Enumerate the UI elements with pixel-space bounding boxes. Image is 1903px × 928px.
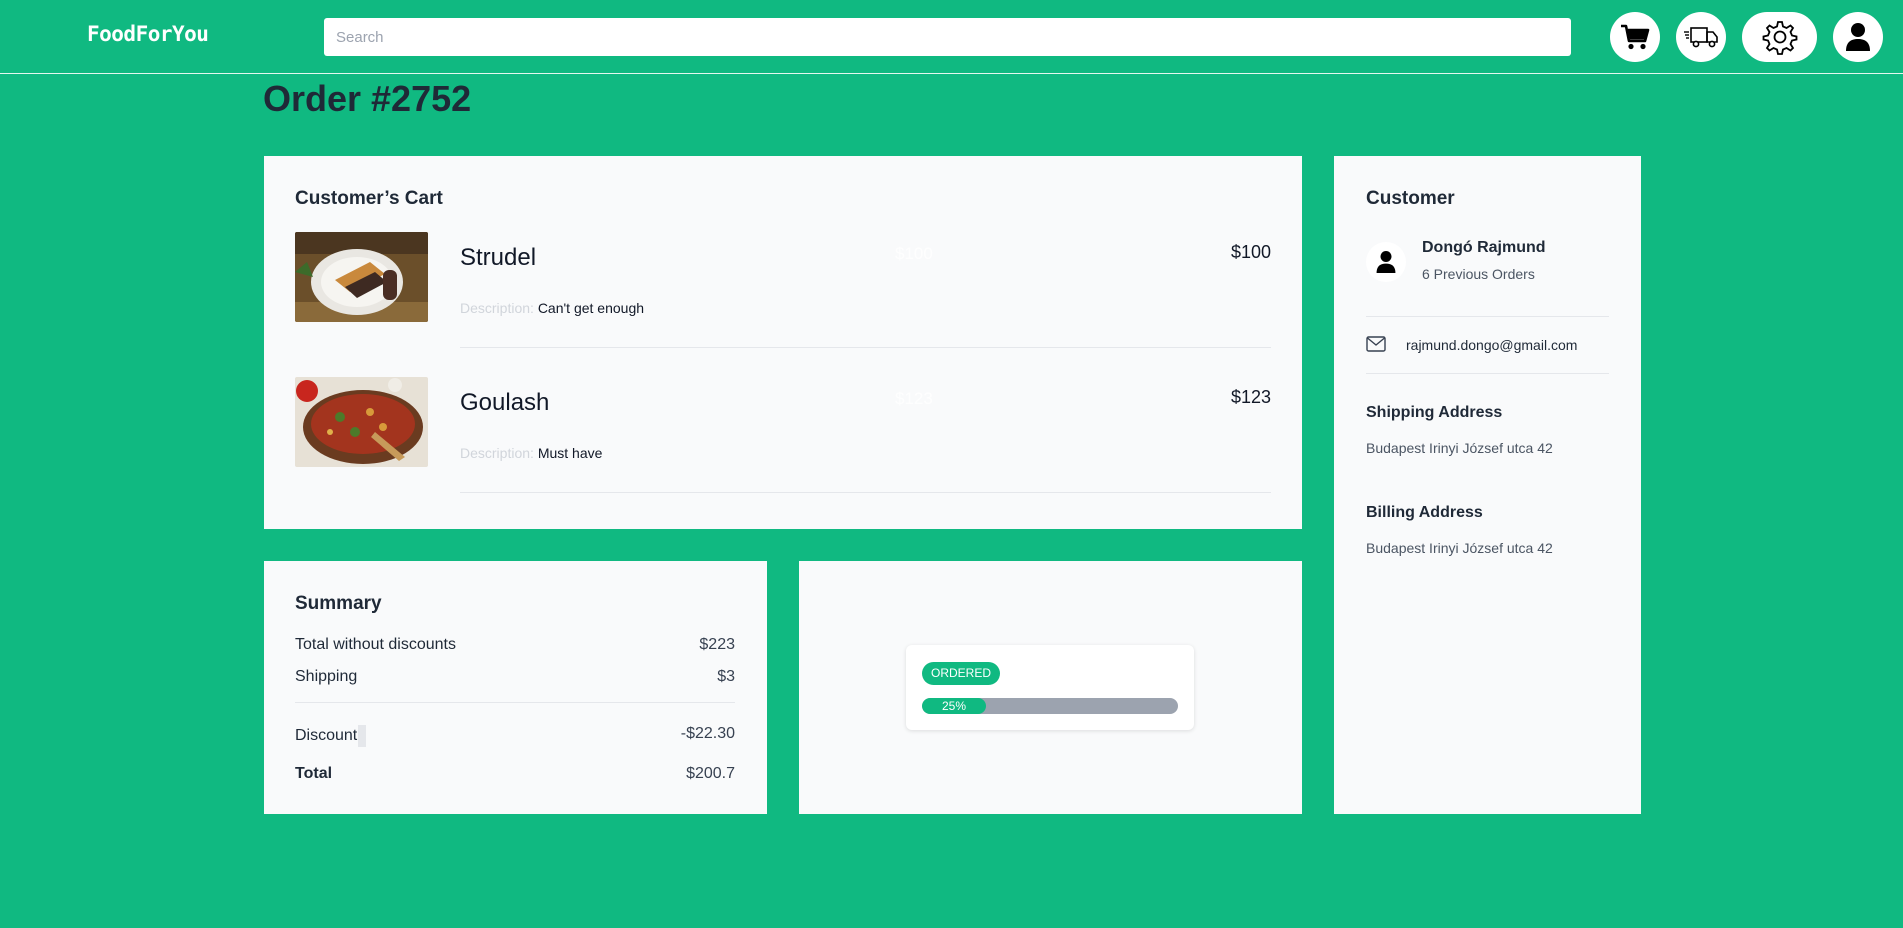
item-name: Goulash <box>460 389 550 416</box>
page-title: Order #2752 <box>263 78 472 119</box>
summary-row-total: Total $200.7 <box>295 765 735 783</box>
deliveries-button[interactable] <box>1676 12 1726 62</box>
user-icon <box>1376 251 1396 273</box>
status-badge: ORDERED <box>922 662 1001 685</box>
order-status-card: ORDERED 25% <box>799 561 1302 814</box>
summary-value: $200.7 <box>686 765 735 782</box>
delivery-truck-icon <box>1683 23 1719 51</box>
summary-label: Total without discounts <box>295 636 456 653</box>
user-icon <box>1844 22 1872 52</box>
divider <box>460 492 1271 493</box>
billing-address-heading: Billing Address <box>1366 504 1483 521</box>
profile-button[interactable] <box>1833 12 1883 62</box>
summary-value: $3 <box>717 668 735 685</box>
summary-card: Summary Total without discounts $223 Shi… <box>264 561 767 814</box>
item-unit-price: $100 <box>895 244 933 263</box>
previous-orders-count: 6 Previous Orders <box>1422 266 1535 282</box>
item-price: $123 <box>1230 387 1271 407</box>
summary-value: $223 <box>699 636 735 653</box>
progress-fill: 25% <box>922 698 986 714</box>
strudel-image <box>295 232 428 322</box>
summary-row-shipping: Shipping $3 <box>295 668 735 686</box>
progress-bar: 25% <box>922 698 1178 714</box>
shipping-address: Budapest Irinyi József utca 42 <box>1366 440 1553 456</box>
goulash-image <box>295 377 428 467</box>
status-tracker: ORDERED 25% <box>906 645 1194 730</box>
divider <box>460 347 1271 348</box>
item-price: $100 <box>1230 242 1271 262</box>
description-label: Description: <box>460 300 534 316</box>
brand-logo[interactable]: FoodForYou <box>87 22 209 46</box>
summary-row-discount: Discount -$22.30 <box>295 725 735 747</box>
cart-item-strudel: Strudel $100 $100 Description: Can't get… <box>295 232 1271 362</box>
discount-info-chip[interactable] <box>358 725 367 747</box>
item-unit-price: $123 <box>895 389 933 408</box>
avatar <box>1366 242 1406 282</box>
search-input[interactable] <box>324 18 1571 56</box>
item-description: Description: Must have <box>460 445 602 461</box>
billing-address: Budapest Irinyi József utca 42 <box>1366 540 1553 556</box>
summary-label: Total <box>295 765 333 782</box>
summary-label: Discount <box>295 727 358 745</box>
cart-button[interactable] <box>1610 12 1660 62</box>
customer-email[interactable]: rajmund.dongo@gmail.com <box>1406 337 1577 353</box>
description-label: Description: <box>460 445 534 461</box>
customer-name[interactable]: Dongó Rajmund <box>1422 239 1546 257</box>
summary-value: -$22.30 <box>680 725 735 742</box>
summary-row-subtotal: Total without discounts $223 <box>295 636 735 654</box>
item-description: Description: Can't get enough <box>460 300 644 316</box>
summary-heading: Summary <box>295 593 382 614</box>
description-text: Can't get enough <box>537 300 645 316</box>
cart-icon <box>1620 23 1650 51</box>
settings-button[interactable] <box>1742 12 1817 62</box>
cart-item-goulash: Goulash $123 $123 Description: Must have <box>295 377 1271 507</box>
item-name: Strudel <box>460 244 537 271</box>
divider <box>1366 316 1609 317</box>
customer-cart-card: Customer’s Cart Strudel $100 $100 Descri… <box>264 156 1302 529</box>
description-text: Must have <box>537 445 603 461</box>
customer-card: Customer Dongó Rajmund 6 Previous Orders… <box>1334 156 1641 814</box>
mail-icon <box>1366 336 1386 357</box>
gear-icon <box>1762 19 1798 55</box>
top-navigation-bar: FoodForYou <box>0 0 1903 74</box>
shipping-address-heading: Shipping Address <box>1366 404 1503 421</box>
cart-heading: Customer’s Cart <box>295 188 443 209</box>
divider <box>295 702 735 703</box>
summary-label: Shipping <box>295 668 358 685</box>
divider <box>1366 373 1609 374</box>
customer-heading: Customer <box>1366 188 1455 209</box>
